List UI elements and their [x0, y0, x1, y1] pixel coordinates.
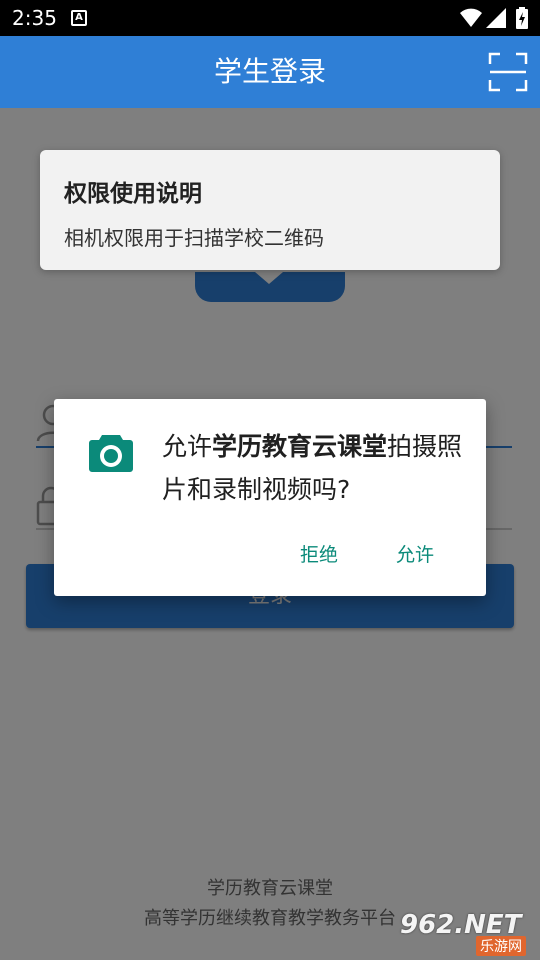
dialog-app-name: 学历教育云课堂 [212, 432, 388, 461]
permission-info-description: 相机权限用于扫描学校二维码 [64, 226, 324, 250]
allow-button[interactable]: 允许 [380, 537, 450, 573]
signal-icon [486, 8, 506, 28]
status-bar: 2:35 A [0, 0, 540, 36]
dialog-prefix: 允许 [162, 432, 213, 461]
wifi-icon [460, 8, 482, 27]
dialog-message: 允许学历教育云课堂拍摄照片和录制视频吗? [162, 425, 472, 511]
battery-icon [516, 7, 528, 29]
app-bar: 学生登录 [0, 36, 540, 108]
camera-icon [89, 435, 133, 472]
watermark-site: 乐游网 [476, 936, 526, 956]
page-title: 学生登录 [213, 55, 326, 88]
scan-icon[interactable] [488, 52, 528, 92]
notification-icon: A [71, 10, 87, 26]
watermark: 962.NET 乐游网 [400, 910, 536, 956]
status-time: 2:35 [12, 6, 57, 30]
deny-button[interactable]: 拒绝 [284, 537, 354, 573]
permission-info-card: 权限使用说明 相机权限用于扫描学校二维码 [40, 150, 500, 270]
permission-info-title: 权限使用说明 [64, 181, 202, 207]
camera-permission-dialog: 允许学历教育云课堂拍摄照片和录制视频吗? 拒绝 允许 [54, 399, 486, 596]
